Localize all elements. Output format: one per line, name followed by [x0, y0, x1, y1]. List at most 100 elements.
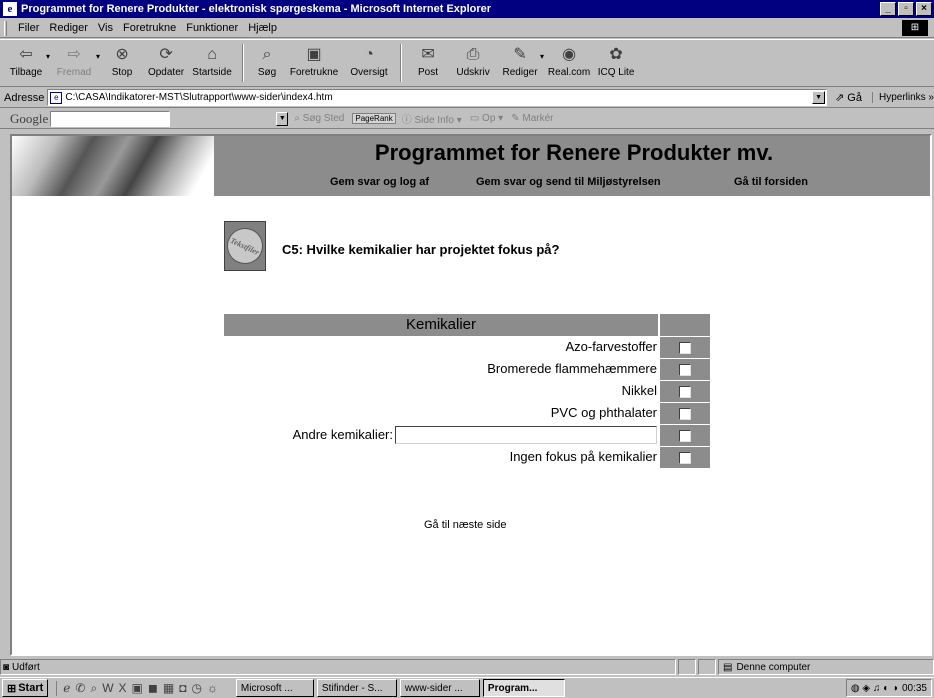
- home-button[interactable]: ⌂ Startside: [188, 40, 236, 84]
- option-check-cell: [660, 336, 710, 358]
- media-quicklaunch-icon[interactable]: ◼: [148, 681, 158, 696]
- other-checkbox[interactable]: [679, 429, 691, 442]
- status-main: ◙ Udført: [0, 659, 676, 675]
- google-dropdown-icon[interactable]: ▼: [276, 111, 289, 126]
- excel-quicklaunch-icon[interactable]: X: [119, 681, 127, 696]
- maximize-button[interactable]: ▫: [898, 2, 914, 16]
- home-icon: ⌂: [207, 46, 217, 63]
- icq-button[interactable]: ✿ ICQ Lite: [594, 40, 638, 84]
- menu-vis[interactable]: Vis: [93, 22, 118, 34]
- refresh-label: Opdater: [147, 67, 185, 78]
- taskbar-button-ie[interactable]: Program...: [482, 679, 565, 697]
- page-viewport: Programmet for Renere Produkter mv. Gem …: [10, 134, 932, 656]
- status-page-icon: ◙: [3, 661, 10, 673]
- print-label: Udskriv: [456, 67, 490, 78]
- chemicals-table: Kemikalier Azo-farvestoffer Bromerede fl…: [224, 314, 710, 468]
- go-button[interactable]: ⇗ Gå: [835, 91, 862, 105]
- address-label: Adresse: [4, 91, 45, 104]
- pagerank-indicator[interactable]: PageRank: [352, 113, 396, 124]
- start-button[interactable]: ⊞ Start: [2, 679, 49, 697]
- icq-label: ICQ Lite: [597, 67, 635, 78]
- mail-button[interactable]: ✉ Post: [408, 40, 448, 84]
- outlook-quicklaunch-icon[interactable]: ✆: [75, 681, 85, 696]
- next-page-link[interactable]: Gå til næste side: [424, 519, 507, 531]
- status-text: Udført: [12, 661, 40, 673]
- favorites-button[interactable]: ▣ Foretrukne: [284, 40, 344, 84]
- menu-funktioner[interactable]: Funktioner: [181, 22, 243, 34]
- menu-rediger[interactable]: Rediger: [44, 22, 93, 34]
- stop-button[interactable]: ⊗ Stop: [100, 40, 144, 84]
- start-label: Start: [18, 682, 44, 694]
- menu-hjaelp[interactable]: Hjælp: [243, 22, 282, 34]
- google-logo[interactable]: Google: [10, 111, 48, 127]
- page-icon: e: [50, 91, 63, 104]
- back-label: Tilbage: [9, 67, 43, 78]
- home-label: Startside: [192, 67, 232, 78]
- pvc-checkbox[interactable]: [679, 407, 691, 420]
- desktop-quicklaunch-icon[interactable]: ▣: [132, 681, 143, 696]
- status-cell: [698, 659, 716, 675]
- up-button[interactable]: ▭ Op ▾: [470, 113, 503, 124]
- history-icon: ◔: [364, 46, 374, 63]
- azo-checkbox[interactable]: [679, 341, 691, 354]
- history-label: Oversigt: [350, 67, 388, 78]
- nikkel-checkbox[interactable]: [679, 385, 691, 398]
- realcom-label: Real.com: [547, 67, 591, 78]
- page-info-button[interactable]: ⓘ Side Info ▾: [402, 111, 462, 126]
- option-label: PVC og phthalater: [550, 405, 657, 420]
- history-button[interactable]: ◔ Oversigt: [344, 40, 394, 84]
- mail-label: Post: [418, 67, 439, 78]
- nav-home-link[interactable]: Gå til forsiden: [734, 176, 808, 188]
- taskbar-button-folder[interactable]: www-sider ...: [399, 679, 480, 697]
- address-input[interactable]: e C:\CASA\Indikatorer-MST\Slutrapport\ww…: [47, 89, 828, 106]
- app3-quicklaunch-icon[interactable]: ☼: [207, 681, 218, 696]
- window-title: Programmet for Renere Produkter - elektr…: [21, 3, 492, 15]
- status-cell: [678, 659, 696, 675]
- app2-quicklaunch-icon[interactable]: ◘: [179, 681, 186, 696]
- menu-filer[interactable]: Filer: [13, 22, 44, 34]
- realcom-button[interactable]: ◉ Real.com: [544, 40, 594, 84]
- go-arrow-icon: ⇗: [835, 92, 845, 104]
- address-dropdown-icon[interactable]: ▼: [812, 91, 826, 104]
- option-label: Bromerede flammehæmmere: [487, 361, 657, 376]
- taskbar: ⊞ Start ℯ ✆ ⌕ W X ▣ ◼ ▦ ◘ ◷ ☼ Microsoft …: [0, 677, 934, 698]
- forward-button[interactable]: ⇨ Fremad: [50, 40, 98, 84]
- close-button[interactable]: ×: [916, 2, 932, 16]
- google-search-input[interactable]: [50, 110, 171, 127]
- minimize-button[interactable]: _: [880, 2, 896, 16]
- search-button[interactable]: ⌕ Søg: [250, 40, 284, 84]
- print-button[interactable]: ⎙ Udskriv: [448, 40, 498, 84]
- word-quicklaunch-icon[interactable]: W: [102, 681, 113, 696]
- option-label: Nikkel: [621, 383, 657, 398]
- taskbar-button-explorer[interactable]: Stifinder - S...: [316, 679, 397, 697]
- app-quicklaunch-icon[interactable]: ▦: [163, 681, 174, 696]
- links-button[interactable]: Hyperlinks »: [871, 92, 934, 103]
- back-button[interactable]: ⇦ Tilbage: [4, 40, 48, 84]
- edit-icon: ✎: [513, 46, 527, 63]
- other-label-cell: Andre kemikalier:: [224, 424, 658, 446]
- title-bar: e Programmet for Renere Produkter - elek…: [0, 0, 934, 18]
- tray-icons[interactable]: ◍ ◈ ♫ ◐ ◑: [851, 683, 898, 694]
- ie-quicklaunch-icon[interactable]: ℯ: [63, 681, 70, 696]
- refresh-button[interactable]: ⟳ Opdater: [144, 40, 188, 84]
- edit-button[interactable]: ✎ Rediger: [498, 40, 542, 84]
- none-checkbox[interactable]: [679, 451, 691, 464]
- taskbar-button-word[interactable]: Microsoft ...: [235, 679, 314, 697]
- explorer-quicklaunch-icon[interactable]: ⌕: [90, 681, 97, 696]
- highlight-button[interactable]: ✎ Markér: [511, 113, 553, 124]
- clock-quicklaunch-icon[interactable]: ◷: [191, 681, 201, 696]
- system-tray: ◍ ◈ ♫ ◐ ◑ 00:35: [845, 679, 932, 697]
- option-check-cell: [660, 358, 710, 380]
- menubar-grip[interactable]: [4, 20, 7, 36]
- status-bar: ◙ Udført ▤ Denne computer: [0, 658, 934, 676]
- search-site-button[interactable]: ⌕ Søg Sted: [294, 113, 344, 124]
- quick-launch: ℯ ✆ ⌕ W X ▣ ◼ ▦ ◘ ◷ ☼: [56, 680, 218, 696]
- nav-save-send-link[interactable]: Gem svar og send til Miljøstyrelsen: [476, 176, 661, 188]
- nav-save-logout-link[interactable]: Gem svar og log af: [330, 176, 429, 188]
- ie-logo-icon: e: [3, 2, 17, 16]
- other-chemicals-input[interactable]: [395, 426, 657, 444]
- icq-flower-icon: ✿: [609, 46, 623, 63]
- site-title: Programmet for Renere Produkter mv.: [374, 140, 774, 165]
- bromerede-checkbox[interactable]: [679, 363, 691, 376]
- menu-foretrukne[interactable]: Foretrukne: [118, 22, 181, 34]
